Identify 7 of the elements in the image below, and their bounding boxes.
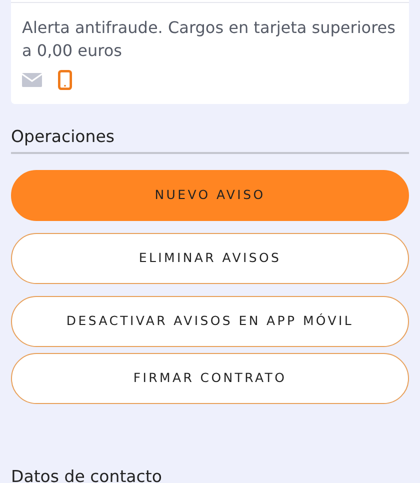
- alert-description: Alerta antifraude. Cargos en tarjeta superiores a 0,00 euros: [22, 17, 396, 62]
- action-button[interactable]: FIRMAR CONTRATO: [11, 353, 409, 404]
- action-button[interactable]: NUEVO AVISO: [11, 170, 409, 221]
- section-title: Operaciones: [11, 126, 409, 154]
- action-button[interactable]: DESACTIVAR AVISOS EN APP MÓVIL: [11, 296, 409, 347]
- action-button[interactable]: ELIMINAR AVISOS: [11, 233, 409, 284]
- section-title: Datos de contacto: [11, 466, 163, 483]
